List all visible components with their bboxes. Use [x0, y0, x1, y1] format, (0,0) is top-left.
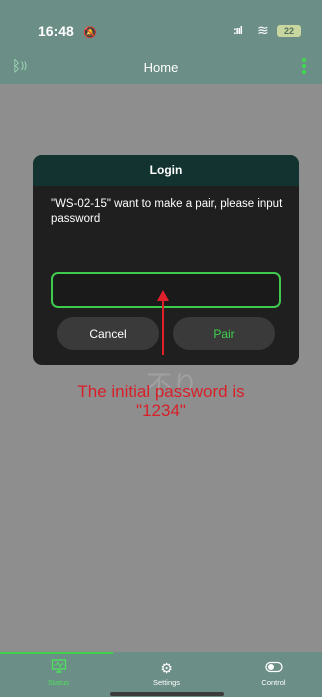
- wifi-icon: ≋: [257, 22, 269, 38]
- dialog-message: "WS-02-15" want to make a pair, please i…: [51, 198, 283, 225]
- tab-control[interactable]: Control: [220, 658, 322, 687]
- annotation-text: The initial password is "1234": [0, 382, 322, 420]
- monitor-icon: [5, 658, 112, 678]
- more-vertical-icon[interactable]: [300, 58, 308, 78]
- tab-bar: Status ⚙ Settings Control: [0, 652, 322, 697]
- annotation-line-2: "1234": [136, 401, 186, 420]
- tab-status[interactable]: Status: [5, 658, 112, 687]
- tab-label: Status: [47, 678, 70, 687]
- status-time: 16:48: [38, 23, 74, 39]
- tab-settings[interactable]: ⚙ Settings: [113, 658, 220, 687]
- toggle-icon: [220, 658, 322, 678]
- home-indicator: [110, 692, 224, 696]
- cellular-signal-icon: :ııl: [233, 25, 243, 37]
- gear-icon: ⚙: [160, 660, 173, 676]
- page-title: Home: [143, 60, 179, 75]
- tab-label: Control: [261, 678, 286, 687]
- silent-bell-icon: 🔕: [83, 27, 97, 39]
- cancel-button[interactable]: Cancel: [57, 317, 159, 350]
- pair-button[interactable]: Pair: [173, 317, 275, 350]
- status-bar: 16:48 🔕 :ııl ≋ 22: [0, 0, 322, 52]
- annotation-line-1: The initial password is: [77, 382, 245, 401]
- battery-icon: 22: [277, 25, 301, 37]
- app-header: ᛒ)) Home: [0, 52, 322, 84]
- dialog-title: Login: [33, 155, 299, 186]
- annotation-arrow: [162, 300, 164, 355]
- tab-label: Settings: [152, 678, 181, 687]
- active-tab-indicator: [0, 652, 113, 654]
- login-dialog: Login "WS-02-15" want to make a pair, pl…: [33, 155, 299, 365]
